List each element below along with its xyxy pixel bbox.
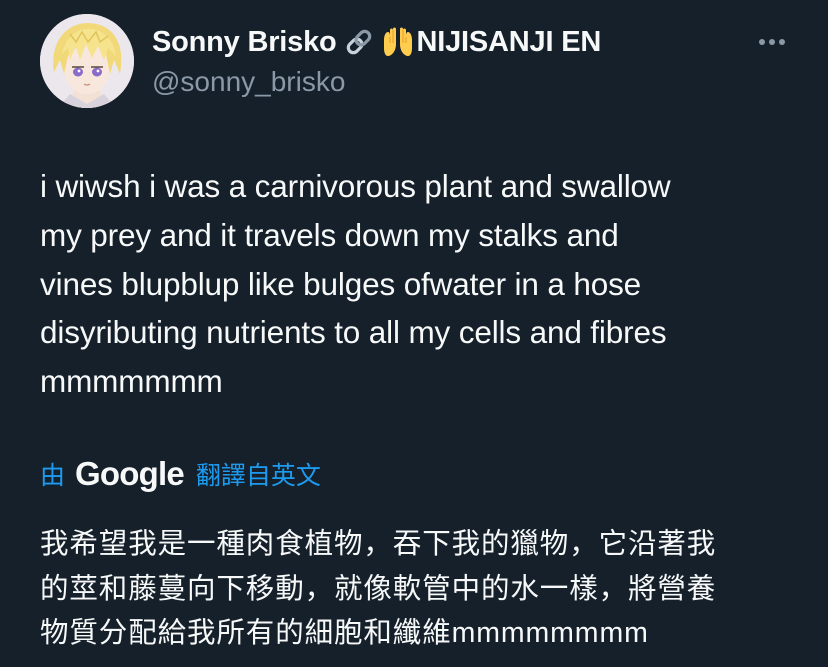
- more-dot: [779, 39, 785, 45]
- avatar[interactable]: [40, 14, 134, 108]
- tweet-text-line: i wiwsh i was a carnivorous plant and sw…: [40, 168, 671, 204]
- translation-attribution: 由 Google 翻譯自英文: [40, 454, 321, 494]
- translated-text-line: 物質分配給我所有的細胞和纖維mmmmmmmm: [40, 617, 649, 649]
- raising-hands-icon: [381, 26, 413, 58]
- more-dot: [759, 39, 765, 45]
- translated-text: 我希望我是一種肉食植物，吞下我的獵物，它沿著我 的莖和藤蔓向下移動，就像軟管中的…: [40, 522, 800, 656]
- link-icon: [343, 26, 375, 58]
- tweet-text-line: mmmmmmm: [40, 363, 223, 400]
- tweet: Sonny Brisko NIJISANJI EN @sonny_brisko: [0, 0, 828, 667]
- tweet-header: Sonny Brisko NIJISANJI EN @sonny_brisko: [152, 22, 728, 100]
- tweet-text-line: my prey and it travels down my stalks an…: [40, 216, 619, 253]
- more-options-button[interactable]: [752, 28, 792, 56]
- author-handle[interactable]: @sonny_brisko: [152, 64, 728, 100]
- author-affiliation: NIJISANJI EN: [416, 25, 602, 58]
- tweet-text-line: disyributing nutrients to all my cells a…: [40, 314, 667, 351]
- tweet-text: i wiwsh i was a carnivorous plant and sw…: [40, 162, 800, 406]
- translated-from-link[interactable]: 翻譯自英文: [196, 456, 321, 492]
- author-name-row[interactable]: Sonny Brisko NIJISANJI EN: [152, 22, 728, 62]
- more-dot: [769, 39, 775, 45]
- author-display-name[interactable]: Sonny Brisko: [152, 26, 337, 59]
- anime-avatar-icon: [40, 14, 134, 108]
- translated-text-line: 的莖和藤蔓向下移動，就像軟管中的水一樣，將營養: [40, 572, 717, 605]
- tweet-text-line: vines blupblup like bulges ofwater in a …: [40, 265, 642, 302]
- translated-text-line: 我希望我是一種肉食植物，吞下我的獵物，它沿著我: [40, 528, 717, 560]
- translated-by-label: 由: [40, 462, 66, 490]
- google-logo[interactable]: Google: [75, 455, 185, 493]
